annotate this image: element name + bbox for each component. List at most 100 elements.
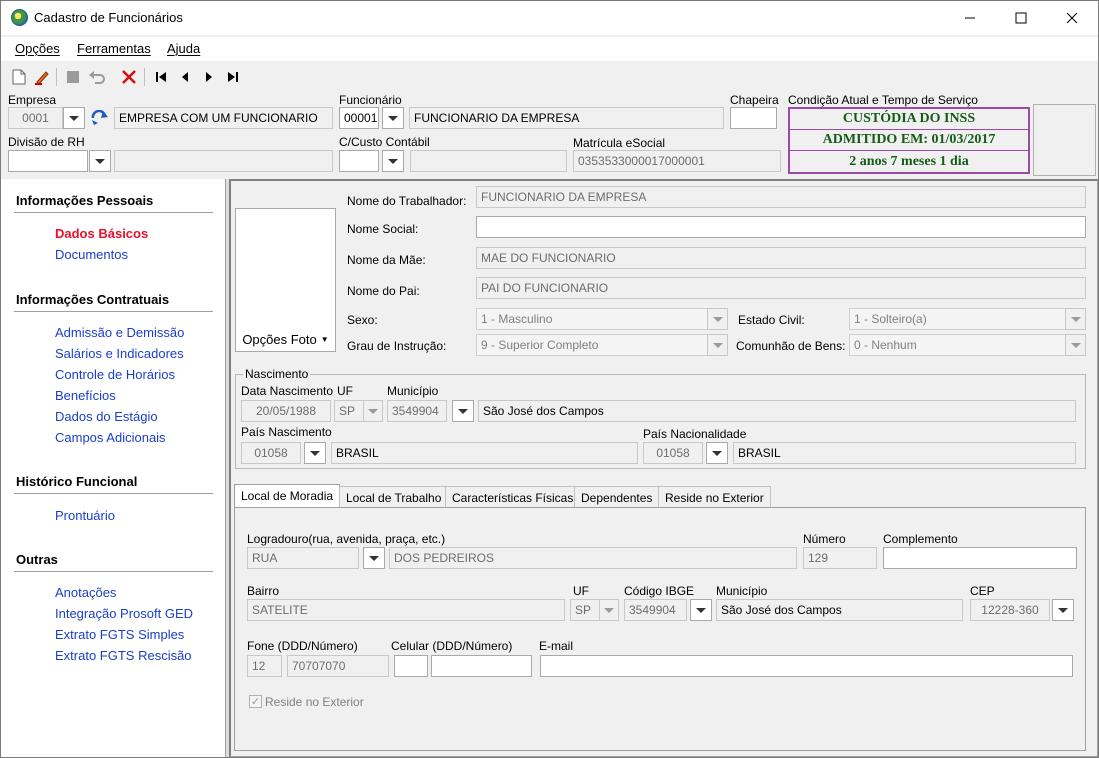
municipio-nascimento-dropdown-button[interactable] <box>452 400 474 422</box>
grau-select[interactable]: 9 - Superior Completo <box>476 334 709 356</box>
tab-reside-exterior[interactable]: Reside no Exterior <box>658 486 771 508</box>
custo-field[interactable] <box>339 150 379 172</box>
funcionario-dropdown-button[interactable] <box>382 107 404 129</box>
edit-record-button[interactable] <box>32 67 52 87</box>
tab-local-trabalho[interactable]: Local de Trabalho <box>339 486 449 508</box>
estado-civil-dropdown-button[interactable] <box>1065 308 1086 330</box>
nome-mae-field[interactable]: MAE DO FUNCIONARIO <box>476 247 1086 269</box>
sidebar-item-ged[interactable]: Integração Prosoft GED <box>55 606 193 621</box>
pais-nascimento-dropdown-button[interactable] <box>304 442 326 464</box>
divisao-dropdown-button[interactable] <box>89 150 111 172</box>
custo-name-field <box>410 150 567 172</box>
sidebar-item-horarios[interactable]: Controle de Horários <box>55 367 175 382</box>
tab-caracteristicas-fisicas[interactable]: Características Físicas <box>445 486 581 508</box>
funcionario-name-field: FUNCIONARIO DA EMPRESA <box>409 107 724 129</box>
cep-dropdown-button[interactable] <box>1052 599 1074 621</box>
reside-exterior-checkbox[interactable]: ✓ <box>249 695 262 708</box>
divisao-field[interactable] <box>8 150 88 172</box>
undo-button[interactable] <box>87 67 107 87</box>
custo-dropdown-button[interactable] <box>382 150 404 172</box>
comunhao-dropdown-button[interactable] <box>1065 334 1086 356</box>
uf-nascimento-label: UF <box>337 384 353 398</box>
estado-civil-select[interactable]: 1 - Solteiro(a) <box>849 308 1067 330</box>
menu-opcoes[interactable]: Opções <box>15 41 60 56</box>
sidebar-item-beneficios[interactable]: Benefícios <box>55 388 116 403</box>
sidebar-item-campos-adicionais[interactable]: Campos Adicionais <box>55 430 166 445</box>
data-nascimento-field[interactable]: 20/05/1988 <box>241 400 331 422</box>
divisao-name-field <box>114 150 333 172</box>
uf-moradia-dropdown-button[interactable] <box>599 599 619 621</box>
chevron-down-icon <box>95 158 105 164</box>
chevron-down-icon <box>388 115 398 121</box>
nome-pai-field[interactable]: PAI DO FUNCIONARIO <box>476 277 1086 299</box>
bairro-field[interactable]: SATELITE <box>247 599 565 621</box>
last-record-button[interactable] <box>223 67 243 87</box>
nome-trabalhador-field[interactable]: FUNCIONARIO DA EMPRESA <box>476 186 1086 208</box>
comunhao-select[interactable]: 0 - Nenhum <box>849 334 1067 356</box>
funcionario-code-field[interactable]: 00001 <box>339 107 379 129</box>
app-logo-icon <box>11 9 28 26</box>
sidebar-section-title: Histórico Funcional <box>16 474 138 489</box>
empresa-name-field: EMPRESA COM UM FUNCIONARIO <box>114 107 333 129</box>
sidebar-item-fgts-rescisao[interactable]: Extrato FGTS Rescisão <box>55 648 192 663</box>
next-record-button[interactable] <box>199 67 219 87</box>
delete-button[interactable] <box>119 67 139 87</box>
fone-ddd-field[interactable]: 12 <box>247 655 282 677</box>
numero-field[interactable]: 129 <box>803 547 877 569</box>
sidebar-item-documentos[interactable]: Documentos <box>55 247 128 262</box>
sidebar-item-admissao[interactable]: Admissão e Demissão <box>55 325 184 340</box>
maximize-button[interactable] <box>998 1 1044 35</box>
nome-social-field[interactable] <box>476 216 1086 238</box>
uf-moradia-select[interactable]: SP <box>570 599 600 621</box>
chapeira-label: Chapeira <box>730 93 779 107</box>
tab-local-moradia[interactable]: Local de Moradia <box>234 484 341 508</box>
fone-numero-field[interactable]: 70707070 <box>287 655 389 677</box>
uf-nascimento-select[interactable]: SP <box>334 400 364 422</box>
sidebar-item-salarios[interactable]: Salários e Indicadores <box>55 346 184 361</box>
municipio-nascimento-code[interactable]: 3549904 <box>387 400 447 422</box>
logradouro-tipo-field[interactable]: RUA <box>247 547 359 569</box>
email-field[interactable] <box>540 655 1073 677</box>
sidebar-item-anotacoes[interactable]: Anotações <box>55 585 116 600</box>
cep-field[interactable]: 12228-360 <box>970 599 1050 621</box>
sexo-select[interactable]: 1 - Masculino <box>476 308 709 330</box>
save-icon <box>67 71 79 83</box>
logradouro-nome-field[interactable]: DOS PEDREIROS <box>389 547 797 569</box>
photo-options-button[interactable]: Opções Foto ▼ <box>236 327 335 351</box>
complemento-field[interactable] <box>883 547 1077 569</box>
new-record-button[interactable] <box>9 67 29 87</box>
empresa-refresh-button[interactable] <box>88 108 112 128</box>
grau-label: Grau de Instrução: <box>347 339 447 353</box>
pais-nascimento-code[interactable]: 01058 <box>241 442 301 464</box>
sidebar-section-title: Informações Pessoais <box>16 193 154 208</box>
grau-dropdown-button[interactable] <box>707 334 728 356</box>
minimize-button[interactable] <box>947 1 993 35</box>
pais-nacionalidade-code[interactable]: 01058 <box>643 442 703 464</box>
divisao-label: Divisão de RH <box>8 135 85 149</box>
sidebar-item-fgts-simples[interactable]: Extrato FGTS Simples <box>55 627 184 642</box>
uf-nascimento-dropdown-button[interactable] <box>363 400 383 422</box>
sidebar-item-prontuario[interactable]: Prontuário <box>55 508 115 523</box>
ibge-dropdown-button[interactable] <box>690 599 712 621</box>
sexo-dropdown-button[interactable] <box>707 308 728 330</box>
matricula-field: 0353533000017000001 <box>573 150 781 172</box>
empresa-dropdown-button[interactable] <box>63 107 85 129</box>
ibge-field[interactable]: 3549904 <box>624 599 687 621</box>
celular-ddd-field[interactable] <box>394 655 428 677</box>
tab-dependentes[interactable]: Dependentes <box>574 486 660 508</box>
previous-record-button[interactable] <box>175 67 195 87</box>
menu-ajuda[interactable]: Ajuda <box>167 41 200 56</box>
menu-ferramentas[interactable]: Ferramentas <box>77 41 151 56</box>
celular-numero-field[interactable] <box>431 655 532 677</box>
save-button[interactable] <box>63 67 83 87</box>
first-record-button[interactable] <box>151 67 171 87</box>
chapeira-field[interactable] <box>730 107 777 129</box>
pais-nacionalidade-dropdown-button[interactable] <box>706 442 728 464</box>
sidebar-item-dados-basicos[interactable]: Dados Básicos <box>55 226 148 241</box>
celular-label: Celular (DDD/Número) <box>391 639 513 653</box>
sidebar-item-estagio[interactable]: Dados do Estágio <box>55 409 158 424</box>
status-line-custodia: CUSTÓDIA DO INSS <box>790 109 1028 130</box>
logradouro-tipo-dropdown-button[interactable] <box>363 547 385 569</box>
empresa-code-field[interactable]: 0001 <box>8 107 63 129</box>
close-button[interactable] <box>1049 1 1095 35</box>
